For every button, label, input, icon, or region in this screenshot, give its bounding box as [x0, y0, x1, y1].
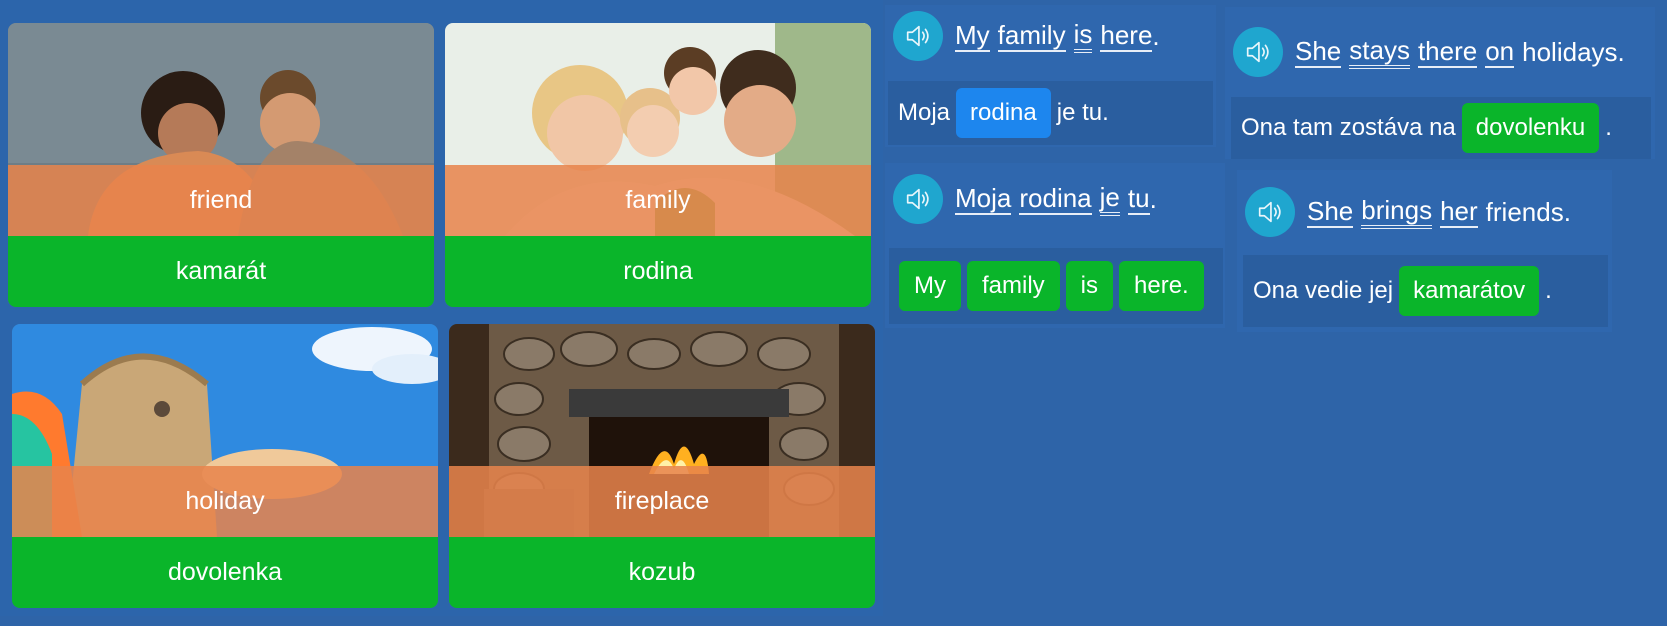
- punctuation: .: [1149, 184, 1157, 214]
- sentence-english: She brings her friends .: [1237, 181, 1571, 243]
- translation-text: .: [1545, 277, 1552, 304]
- word[interactable]: here: [1100, 21, 1153, 52]
- word[interactable]: is: [1073, 20, 1093, 53]
- sentence-translation: Ona tam zostáva na dovolenku .: [1231, 97, 1651, 159]
- highlighted-word[interactable]: kamarátov: [1399, 266, 1540, 316]
- card-english-label: friend: [8, 165, 434, 236]
- punctuation: .: [1563, 197, 1571, 227]
- flashcards-panel: friend kamarát family rodina holiday dov…: [0, 0, 883, 616]
- sentence-english: My family is here .: [885, 5, 1160, 67]
- card-slovak-label: kamarát: [8, 236, 434, 307]
- card-family[interactable]: family rodina: [445, 23, 871, 307]
- translation-text: Ona vedie jej: [1253, 277, 1394, 304]
- word-tile[interactable]: My: [899, 261, 961, 311]
- card-friend[interactable]: friend kamarát: [8, 23, 434, 307]
- word[interactable]: tu: [1127, 184, 1150, 215]
- word[interactable]: family: [997, 21, 1066, 52]
- card-english-label: holiday: [12, 466, 438, 537]
- card-fireplace[interactable]: fireplace kozub: [449, 324, 875, 608]
- word-tile[interactable]: here.: [1119, 261, 1204, 311]
- sentence-box-4: She brings her friends . Ona vedie jej k…: [1237, 170, 1612, 332]
- word[interactable]: brings: [1361, 196, 1433, 229]
- sentence-translation: Moja rodina je tu.: [888, 81, 1213, 145]
- card-english-label: family: [445, 165, 871, 236]
- translation-text: je tu.: [1056, 99, 1109, 126]
- speaker-icon[interactable]: [893, 174, 943, 224]
- highlighted-word[interactable]: dovolenku: [1461, 103, 1600, 153]
- word[interactable]: there: [1417, 37, 1478, 68]
- highlighted-word[interactable]: rodina: [956, 88, 1051, 138]
- sentence-box-3: She stays there on holidays . Ona tam zo…: [1225, 7, 1655, 159]
- word[interactable]: She: [1307, 197, 1354, 228]
- sentence-english: She stays there on holidays .: [1225, 21, 1625, 83]
- speaker-icon[interactable]: [893, 11, 943, 61]
- card-slovak-label: kozub: [449, 537, 875, 608]
- word[interactable]: stays: [1349, 36, 1410, 69]
- word[interactable]: holidays: [1522, 38, 1617, 66]
- word[interactable]: her: [1440, 197, 1478, 228]
- word[interactable]: My: [955, 21, 990, 52]
- speaker-icon[interactable]: [1245, 187, 1295, 237]
- translation-text: Moja: [898, 99, 951, 126]
- card-slovak-label: dovolenka: [12, 537, 438, 608]
- speaker-icon[interactable]: [1233, 27, 1283, 77]
- card-english-label: fireplace: [449, 466, 875, 537]
- card-holiday[interactable]: holiday dovolenka: [12, 324, 438, 608]
- sentence-slovak: Moja rodina je tu .: [885, 168, 1157, 230]
- word[interactable]: friends: [1486, 198, 1564, 226]
- word-tile[interactable]: family: [967, 261, 1060, 311]
- word[interactable]: Moja: [955, 184, 1012, 215]
- punctuation: .: [1617, 37, 1625, 67]
- sentence-box-1: My family is here . Moja rodina je tu.: [885, 5, 1216, 147]
- card-slovak-label: rodina: [445, 236, 871, 307]
- word[interactable]: rodina: [1019, 184, 1092, 215]
- word[interactable]: je: [1099, 183, 1120, 216]
- sentence-box-2: Moja rodina je tu . My family is here.: [885, 163, 1225, 328]
- answer-tiles: My family is here.: [889, 248, 1223, 324]
- word-tile[interactable]: is: [1065, 261, 1114, 311]
- translation-text: Ona tam zostáva na: [1241, 114, 1456, 141]
- sentence-translation: Ona vedie jej kamarátov .: [1243, 255, 1608, 327]
- word[interactable]: She: [1295, 37, 1342, 68]
- punctuation: .: [1152, 21, 1160, 51]
- word[interactable]: on: [1485, 37, 1515, 68]
- translation-text: .: [1605, 114, 1612, 141]
